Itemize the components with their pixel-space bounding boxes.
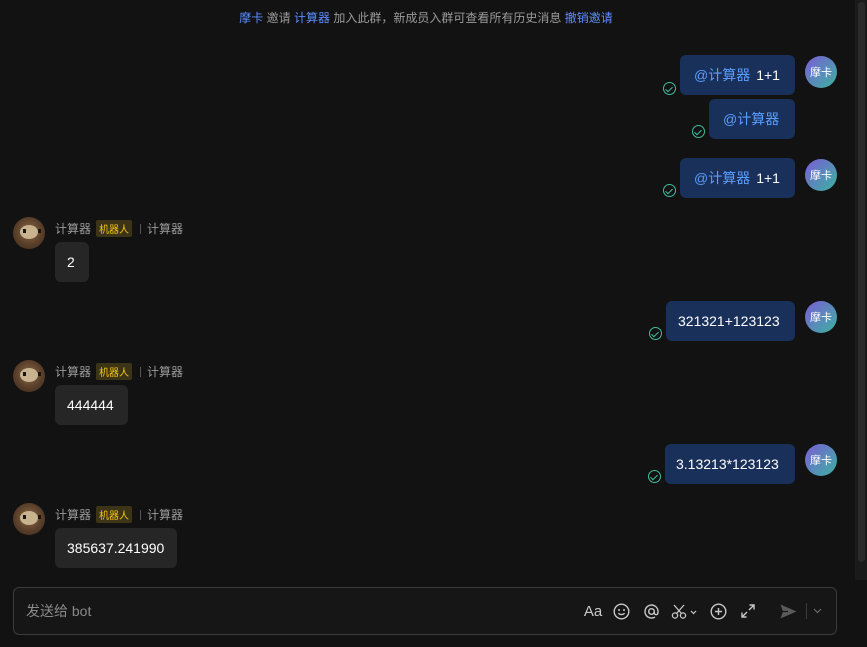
system-notice: 摩卡 邀请 计算器 加入此群，新成员入群可查看所有历史消息 撤销邀请 xyxy=(0,9,852,26)
meta-divider xyxy=(140,223,142,234)
message-text: 1+1 xyxy=(756,170,780,186)
message-text: 2 xyxy=(67,254,75,270)
bot-badge: 机器人 xyxy=(96,220,133,237)
avatar-text: 摩卡 xyxy=(810,170,832,182)
emoji-icon[interactable] xyxy=(612,601,630,621)
user-avatar[interactable]: 摩卡 xyxy=(805,444,837,476)
text-format-icon[interactable]: Aa xyxy=(582,601,604,621)
meta-divider xyxy=(140,509,142,520)
sender-name[interactable]: 计算器 xyxy=(55,220,91,237)
mention[interactable]: @计算器 xyxy=(694,65,750,85)
sender-alias: 计算器 xyxy=(147,222,184,236)
scrollbar[interactable] xyxy=(855,0,867,580)
bot-badge: 机器人 xyxy=(96,363,133,380)
expand-icon[interactable] xyxy=(739,601,757,621)
outgoing-message[interactable]: @计算器 1+1 xyxy=(680,55,795,95)
format-label: Aa xyxy=(583,602,603,620)
invite-text: 加入此群，新成员入群可查看所有历史消息 xyxy=(333,11,562,25)
meta-divider xyxy=(140,366,142,377)
read-check-icon xyxy=(692,125,705,138)
read-check-icon xyxy=(663,184,676,197)
sender-alias: 计算器 xyxy=(147,365,184,379)
message-text: 3.13213*123123 xyxy=(676,456,779,472)
mention[interactable]: @计算器 xyxy=(723,109,779,129)
incoming-message[interactable]: 444444 xyxy=(55,385,128,425)
incoming-message[interactable]: 2 xyxy=(55,242,89,282)
bot-avatar[interactable] xyxy=(13,360,45,392)
avatar-text: 摩卡 xyxy=(810,312,832,324)
add-icon[interactable] xyxy=(709,601,727,621)
avatar-text: 摩卡 xyxy=(810,67,832,79)
bot-badge: 机器人 xyxy=(96,506,133,523)
avatar-text: 摩卡 xyxy=(810,455,832,467)
message-composer: Aa xyxy=(13,587,837,635)
sender-name[interactable]: 计算器 xyxy=(55,506,91,523)
send-options-chevron-icon[interactable] xyxy=(811,601,823,621)
sender-meta: 计算器 机器人 计算器 xyxy=(55,506,183,523)
inviter-link[interactable]: 摩卡 xyxy=(239,11,263,25)
bot-avatar[interactable] xyxy=(13,503,45,535)
incoming-message[interactable]: 385637.241990 xyxy=(55,528,177,568)
message-text: 321321+123123 xyxy=(678,313,780,329)
user-avatar[interactable]: 摩卡 xyxy=(805,301,837,333)
invitee-link[interactable]: 计算器 xyxy=(294,11,330,25)
bot-avatar[interactable] xyxy=(13,217,45,249)
mention[interactable]: @计算器 xyxy=(694,168,750,188)
message-input[interactable] xyxy=(26,601,426,621)
user-avatar[interactable]: 摩卡 xyxy=(805,159,837,191)
message-text: 1+1 xyxy=(756,67,780,83)
invite-verb: 邀请 xyxy=(266,11,291,25)
scrollbar-thumb[interactable] xyxy=(858,2,865,562)
read-check-icon xyxy=(663,82,676,95)
outgoing-message[interactable]: 3.13213*123123 xyxy=(665,444,795,484)
sender-name[interactable]: 计算器 xyxy=(55,363,91,380)
screenshot-icon[interactable] xyxy=(671,601,699,621)
sender-meta: 计算器 机器人 计算器 xyxy=(55,220,183,237)
read-check-icon xyxy=(649,327,662,340)
revoke-invite-link[interactable]: 撤销邀请 xyxy=(565,11,613,25)
message-text: 444444 xyxy=(67,397,114,413)
send-divider xyxy=(806,603,807,619)
sender-alias: 计算器 xyxy=(147,508,184,522)
message-text: 385637.241990 xyxy=(67,540,165,556)
sender-meta: 计算器 机器人 计算器 xyxy=(55,363,183,380)
outgoing-message[interactable]: @计算器 1+1 xyxy=(680,158,795,198)
send-icon[interactable] xyxy=(778,601,798,621)
read-check-icon xyxy=(648,470,661,483)
user-avatar[interactable]: 摩卡 xyxy=(805,56,837,88)
outgoing-message[interactable]: 321321+123123 xyxy=(666,301,795,341)
mention-icon[interactable] xyxy=(642,601,660,621)
outgoing-message[interactable]: @计算器 xyxy=(709,99,795,139)
